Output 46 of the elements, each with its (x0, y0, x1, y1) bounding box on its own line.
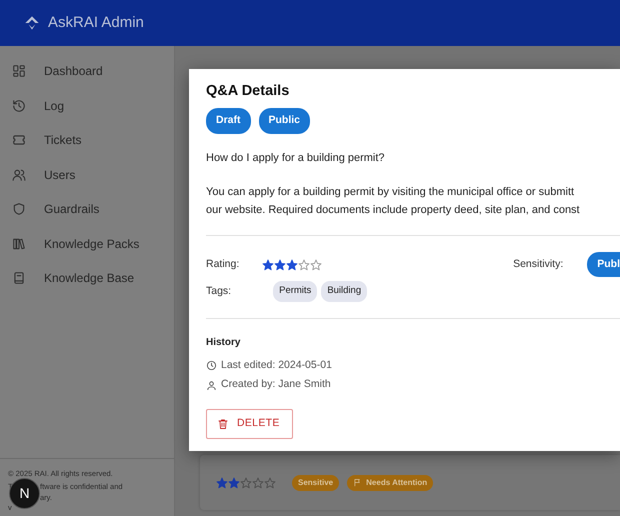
books-icon (12, 236, 26, 251)
sidebar-item[interactable]: Guardrails (0, 192, 174, 226)
clock-icon (206, 360, 217, 372)
sensitivity-label: Sensitivity: (513, 256, 564, 272)
empty-star-icon (252, 476, 264, 488)
status-tag: Sensitive (292, 474, 340, 490)
rating-label: Rating: (206, 256, 240, 272)
book-icon (12, 271, 26, 286)
dashboard-icon (12, 64, 26, 78)
history-text: Created by: Jane Smith (221, 377, 331, 392)
users-icon (12, 168, 26, 182)
tags-label: Tags: (206, 284, 232, 299)
tag-chip: Permits (273, 281, 318, 302)
dialog-title: Q&A Details (206, 83, 290, 100)
status-tag: Needs Attention (347, 474, 434, 490)
delete-button[interactable]: DELETE (206, 409, 293, 439)
app-title: AskRAI Admin (48, 12, 144, 33)
sidebar-item[interactable]: Users (0, 158, 174, 192)
sensitivity-badge: Publ (587, 252, 620, 278)
shield-icon (12, 202, 26, 216)
filled-star-icon (216, 476, 228, 488)
sidebar-item[interactable]: Tickets (0, 123, 174, 158)
history-icon (12, 98, 26, 113)
sidebar-item[interactable]: Log (0, 88, 174, 123)
logo-icon (24, 15, 40, 31)
sidebar-item[interactable]: Knowledge Packs (0, 226, 174, 261)
history-text: Last edited: 2024-05-01 (221, 358, 332, 373)
status-badge: Public (258, 108, 310, 134)
sidebar-item[interactable]: Dashboard (0, 54, 174, 88)
tag-chip: Building (321, 281, 368, 302)
empty-star-icon (264, 476, 276, 488)
empty-star-icon (310, 258, 322, 271)
flag-icon (353, 478, 362, 487)
question-text: How do I apply for a building permit? (206, 151, 386, 166)
filled-star-icon (228, 476, 240, 488)
filled-star-icon (262, 258, 274, 271)
filled-star-icon (274, 258, 286, 271)
sidebar-item[interactable]: Knowledge Base (0, 261, 174, 296)
trash-icon (217, 418, 229, 430)
ticket-icon (12, 133, 26, 148)
filled-star-icon (286, 258, 298, 271)
history-heading: History (206, 336, 242, 350)
answer-text: our website. Required documents include property deed, site plan, and const (206, 202, 581, 218)
status-badge: Draft (206, 108, 251, 134)
person-icon (206, 380, 217, 391)
answer-text: You can apply for a building permit by visiting the municipal office or submitt (206, 184, 576, 200)
